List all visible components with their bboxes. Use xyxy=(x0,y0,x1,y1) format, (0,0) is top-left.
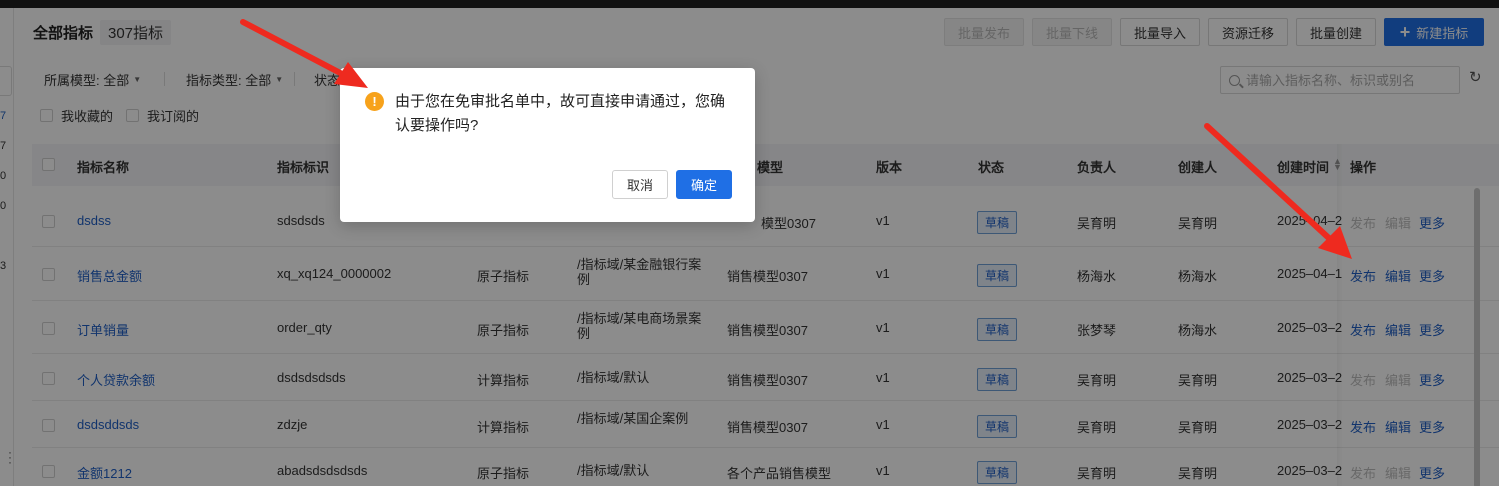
red-arrow-icon xyxy=(1204,123,1352,259)
red-arrow-icon xyxy=(240,19,368,88)
annotation-arrows xyxy=(240,19,1352,259)
